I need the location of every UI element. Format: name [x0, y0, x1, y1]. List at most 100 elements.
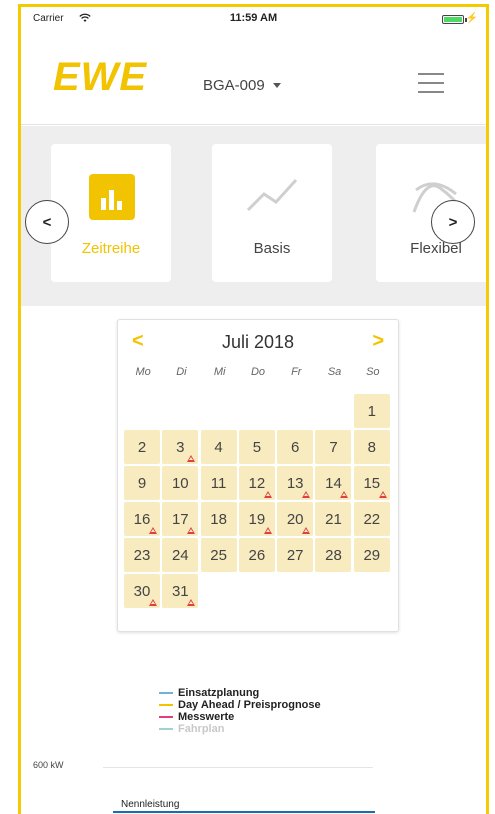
legend-item[interactable]: Fahrplan	[159, 723, 321, 735]
warning-icon	[187, 599, 196, 606]
warning-icon	[302, 527, 311, 534]
calendar-day-number: 9	[137, 474, 147, 492]
calendar-header: < Juli 2018 >	[118, 330, 398, 356]
calendar-day[interactable]: 15	[353, 466, 390, 500]
calendar-empty-cell	[239, 394, 275, 428]
calendar-empty-cell	[201, 394, 237, 428]
calendar-empty-cell	[124, 394, 160, 428]
calendar-day[interactable]: 8	[353, 430, 390, 464]
warning-icon	[378, 491, 387, 498]
calendar-day[interactable]: 27	[277, 538, 314, 572]
calendar-day-number: 20	[286, 510, 304, 528]
calendar-day-number: 22	[363, 510, 381, 528]
calendar-weekday-row: Mo Di Mi Do Fr Sa So	[124, 366, 392, 378]
chevron-down-icon	[272, 83, 281, 88]
calendar-day-number: 27	[286, 546, 304, 564]
legend-label: Messwerte	[178, 711, 235, 723]
calendar-day[interactable]: 28	[315, 538, 352, 572]
calendar-day[interactable]: 12	[238, 466, 275, 500]
legend-swatch	[159, 692, 173, 694]
warning-icon	[149, 599, 157, 606]
carousel-next-button[interactable]: >	[431, 200, 475, 244]
calendar-weekday: Mo	[135, 366, 151, 378]
calendar-day[interactable]: 6	[277, 430, 314, 464]
legend-label: Fahrplan	[178, 723, 225, 735]
calendar-day[interactable]: 14	[315, 466, 352, 500]
legend-label: Einsatzplanung	[178, 687, 260, 699]
calendar-weekday: So	[366, 366, 380, 378]
calendar-day[interactable]: 9	[124, 466, 160, 500]
calendar-day[interactable]: 20	[277, 502, 314, 536]
calendar-day-number: 6	[291, 438, 300, 456]
calendar-day[interactable]: 5	[238, 430, 275, 464]
calendar-day-grid: 1 2 3 4 5 6 7 8 9 10 11 12 13 14 15 16 17 18 19 20 21 22 23 24 2…	[124, 394, 392, 608]
chart-legend: Einsatzplanung Day Ahead / Preisprognose M…	[159, 687, 321, 735]
chart-gridline	[103, 767, 373, 768]
calendar-day-number: 10	[171, 474, 189, 492]
calendar-weekday: Mi	[213, 366, 226, 378]
calendar-day-number: 19	[248, 510, 266, 528]
legend-swatch	[159, 728, 173, 730]
charging-icon: ⚡	[465, 13, 478, 24]
calendar-day-number: 29	[363, 546, 381, 564]
calendar-day[interactable]: 26	[238, 538, 275, 572]
calendar-day[interactable]: 13	[277, 466, 314, 500]
calendar-day-number: 15	[363, 474, 381, 492]
battery-icon	[442, 15, 464, 24]
carousel-prev-button[interactable]: <	[25, 200, 69, 244]
calendar-day-number: 28	[325, 546, 342, 564]
calendar-day-number: 31	[171, 582, 189, 600]
calendar-day[interactable]: 21	[315, 502, 352, 536]
calendar-day-number: 8	[367, 438, 376, 456]
calendar-day-number: 21	[325, 510, 342, 528]
legend-item[interactable]: Day Ahead / Preisprognose	[159, 699, 321, 711]
calendar-day-number: 12	[248, 474, 266, 492]
calendar-day[interactable]: 10	[162, 466, 199, 500]
calendar-day[interactable]: 30	[124, 574, 160, 608]
calendar-day[interactable]: 31	[162, 574, 199, 608]
legend-swatch	[159, 716, 173, 718]
calendar-day[interactable]: 17	[162, 502, 199, 536]
calendar-weekday: Di	[176, 366, 187, 378]
calendar-day-number: 16	[133, 510, 151, 528]
calendar-day[interactable]: 22	[353, 502, 390, 536]
calendar-day-number: 4	[214, 438, 223, 456]
tab-zeitreihe-label: Zeitreihe	[81, 240, 141, 257]
calendar-day[interactable]: 1	[353, 394, 390, 428]
calendar-next-month-button[interactable]: >	[372, 330, 384, 353]
calendar-day-number: 25	[210, 546, 227, 564]
warning-icon	[340, 491, 349, 498]
calendar-day[interactable]: 25	[200, 538, 237, 572]
calendar-day[interactable]: 23	[124, 538, 160, 572]
calendar-day-number: 30	[133, 582, 151, 600]
calendar-day[interactable]: 24	[162, 538, 199, 572]
calendar-day[interactable]: 29	[353, 538, 390, 572]
warning-icon	[263, 491, 272, 498]
calendar-day[interactable]: 4	[200, 430, 237, 464]
calendar-weekday: Do	[250, 366, 266, 378]
month-calendar: < Juli 2018 > Mo Di Mi Do Fr Sa So 1 2 3 4 5 6 7 8 9 10…	[117, 319, 399, 632]
tab-basis[interactable]: Basis	[212, 144, 332, 282]
device-selector[interactable]: BGA-009	[203, 77, 281, 94]
calendar-day[interactable]: 2	[124, 430, 160, 464]
warning-icon	[187, 527, 196, 534]
calendar-day[interactable]: 18	[200, 502, 237, 536]
legend-label: Day Ahead / Preisprognose	[178, 699, 321, 711]
hamburger-menu-icon[interactable]	[418, 73, 444, 93]
calendar-day[interactable]: 3	[162, 430, 199, 464]
calendar-day-number: 5	[252, 438, 262, 456]
calendar-day[interactable]: 19	[238, 502, 275, 536]
warning-icon	[263, 527, 272, 534]
calendar-day[interactable]: 11	[200, 466, 237, 500]
calendar-empty-cell	[277, 394, 313, 428]
calendar-day-number: 7	[329, 438, 338, 456]
legend-item[interactable]: Messwerte	[159, 711, 321, 723]
ewe-logo: EWE	[53, 55, 148, 99]
device-selector-label: BGA-009	[203, 77, 265, 94]
calendar-empty-cell	[162, 394, 198, 428]
warning-icon	[187, 455, 196, 462]
calendar-day[interactable]: 16	[124, 502, 160, 536]
tab-zeitreihe[interactable]: Zeitreihe	[51, 144, 171, 282]
calendar-day[interactable]: 7	[315, 430, 352, 464]
legend-item[interactable]: Einsatzplanung	[159, 687, 321, 699]
